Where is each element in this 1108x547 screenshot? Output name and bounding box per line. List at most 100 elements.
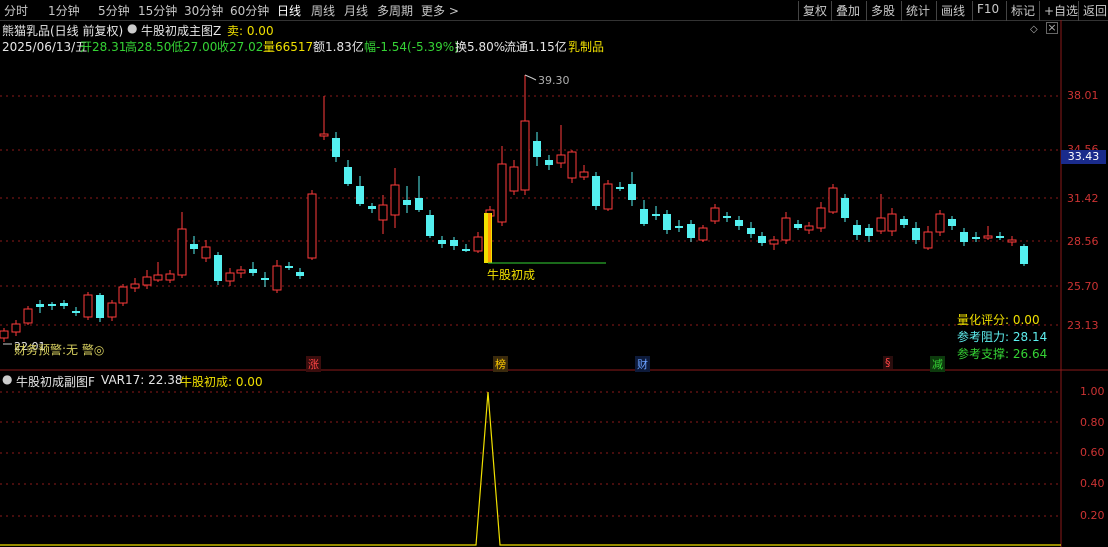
candle-body <box>923 231 933 249</box>
candle-body <box>11 323 21 333</box>
candle-body <box>935 213 945 233</box>
candle-body <box>285 266 293 268</box>
event-marker-reduce[interactable]: 减 <box>930 356 945 372</box>
candle-body <box>177 228 187 276</box>
sub-axis-tick: 0.20 <box>1080 509 1105 522</box>
sub-axis-tick: 1.00 <box>1080 385 1105 398</box>
candle-body <box>118 286 128 304</box>
candle-body <box>698 227 708 241</box>
candle-body <box>72 311 80 313</box>
event-marker-section[interactable]: § <box>883 356 893 369</box>
peak-pointer <box>524 74 537 81</box>
candle-body <box>640 209 648 224</box>
candle-body <box>153 274 163 281</box>
candle-body <box>747 228 755 234</box>
candle-body <box>948 219 956 226</box>
candle-body <box>545 160 553 165</box>
candle-body <box>567 151 577 179</box>
price-axis-tick: 38.01 <box>1067 89 1099 102</box>
candle-body <box>107 302 117 318</box>
candle-body <box>900 219 908 225</box>
price-axis-tick: 23.13 <box>1067 319 1099 332</box>
financial-alert: 财务预警:无 警◎ <box>14 343 105 357</box>
sub-axis-tick: 0.40 <box>1080 477 1105 490</box>
support-reference: 参考支撑: 26.64 <box>957 347 1048 361</box>
candle-body <box>1020 246 1028 264</box>
candle-body <box>296 272 304 276</box>
sub-axis-tick: 0.80 <box>1080 416 1105 429</box>
signal-label: 牛股初成 <box>487 268 536 282</box>
candle-body <box>972 237 980 239</box>
candle-body <box>319 133 329 137</box>
candle-body <box>450 240 458 246</box>
candle-body <box>603 183 613 210</box>
candle-body <box>769 239 779 245</box>
candle-body <box>663 214 671 230</box>
candle-body <box>983 235 993 239</box>
candle-body <box>48 304 56 306</box>
candle-body <box>960 232 968 242</box>
candle-body <box>23 308 33 324</box>
candle-body <box>473 236 483 252</box>
sub-signal-line <box>0 391 1061 546</box>
candle-body <box>438 240 446 244</box>
event-marker-up[interactable]: 涨 <box>306 356 321 372</box>
candle-body <box>853 225 861 235</box>
candle-body <box>509 166 519 192</box>
var17-value: VAR17: 22.38 <box>101 373 183 387</box>
candle-body <box>816 207 826 229</box>
sub-signal-value: 牛股初成: 0.00 <box>180 375 263 389</box>
candle-body <box>36 304 44 307</box>
candle-body <box>865 228 873 236</box>
candle-body <box>130 283 140 289</box>
candle-body <box>652 214 660 216</box>
peak-price-label: 39.30 <box>538 74 570 87</box>
candle-body <box>710 207 720 222</box>
candle-body <box>758 236 766 243</box>
candle-body <box>828 187 838 213</box>
candle-body <box>556 154 566 164</box>
candle-body <box>616 187 624 189</box>
candle-body <box>201 246 211 259</box>
candle-body <box>214 255 222 281</box>
candle-body <box>165 273 175 281</box>
resistance-reference: 参考阻力: 28.14 <box>957 330 1048 344</box>
candle-body <box>912 228 920 240</box>
price-axis-tick: 25.70 <box>1067 280 1099 293</box>
candle-body <box>876 217 886 232</box>
candle-body <box>675 226 683 228</box>
candle-body <box>628 184 636 200</box>
event-marker-list[interactable]: 榜 <box>493 356 508 372</box>
candle-body <box>403 200 411 205</box>
current-price-tag: 33.43 <box>1061 150 1106 164</box>
candle-body <box>462 249 470 251</box>
candle-body <box>261 278 269 280</box>
candle-body <box>426 215 434 236</box>
sub-indicator-title[interactable]: 牛股初成副图F <box>16 373 95 390</box>
candle-body <box>520 120 530 191</box>
candle-body <box>344 167 352 184</box>
candle-body <box>723 216 731 218</box>
sub-indicator-settings-icon[interactable]: ● <box>2 372 12 386</box>
candle-body <box>804 225 814 231</box>
candle-body <box>735 220 743 226</box>
candle-body <box>415 198 423 210</box>
candle-body <box>236 269 246 274</box>
candle-body <box>592 176 600 206</box>
sub-axis-tick: 0.60 <box>1080 446 1105 459</box>
candle-body <box>356 186 364 204</box>
price-axis-tick: 28.56 <box>1067 235 1099 248</box>
candle-body <box>249 269 257 273</box>
candle-body <box>533 141 541 157</box>
candle-body <box>390 184 400 216</box>
candle-body <box>0 330 9 339</box>
candle-body <box>190 244 198 249</box>
candle-body <box>687 224 695 238</box>
candle-body <box>378 204 388 221</box>
candle-body <box>307 193 317 259</box>
candle-body <box>996 236 1004 238</box>
candle-body <box>887 213 897 232</box>
price-axis-tick: 31.42 <box>1067 192 1099 205</box>
candle-body <box>96 295 104 318</box>
event-marker-finance[interactable]: 财 <box>635 356 650 372</box>
